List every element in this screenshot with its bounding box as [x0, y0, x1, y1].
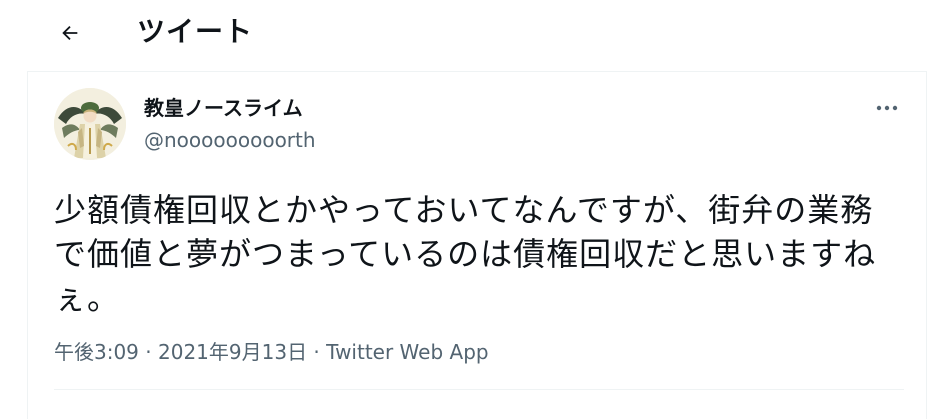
page-title: ツイート: [137, 15, 254, 48]
author-handle[interactable]: @nooooooooorth: [144, 127, 316, 153]
author-display-name[interactable]: 教皇ノースライム: [144, 95, 303, 121]
avatar[interactable]: [54, 88, 126, 160]
divider: [54, 389, 904, 390]
meta-separator: ·: [307, 340, 327, 364]
meta-separator: ·: [138, 340, 158, 364]
tweet-date[interactable]: 2021年9月13日: [158, 340, 307, 364]
top-bar: ツイート: [0, 0, 939, 64]
tweet-time[interactable]: 午後3:09: [54, 340, 139, 364]
tweet-meta: 午後3:09 · 2021年9月13日 · Twitter Web App: [54, 338, 489, 366]
more-dots-icon: [876, 105, 898, 111]
tweet-text: 少額債権回収とかやっておいてなんですが、街弁の業務で価値と夢がつまっているのは債…: [54, 191, 877, 317]
back-button[interactable]: [50, 13, 90, 53]
more-options-button[interactable]: [870, 93, 904, 123]
tweet-source[interactable]: Twitter Web App: [326, 340, 488, 364]
anime-character-avatar: [54, 88, 126, 160]
arrow-left-icon: [62, 25, 78, 41]
